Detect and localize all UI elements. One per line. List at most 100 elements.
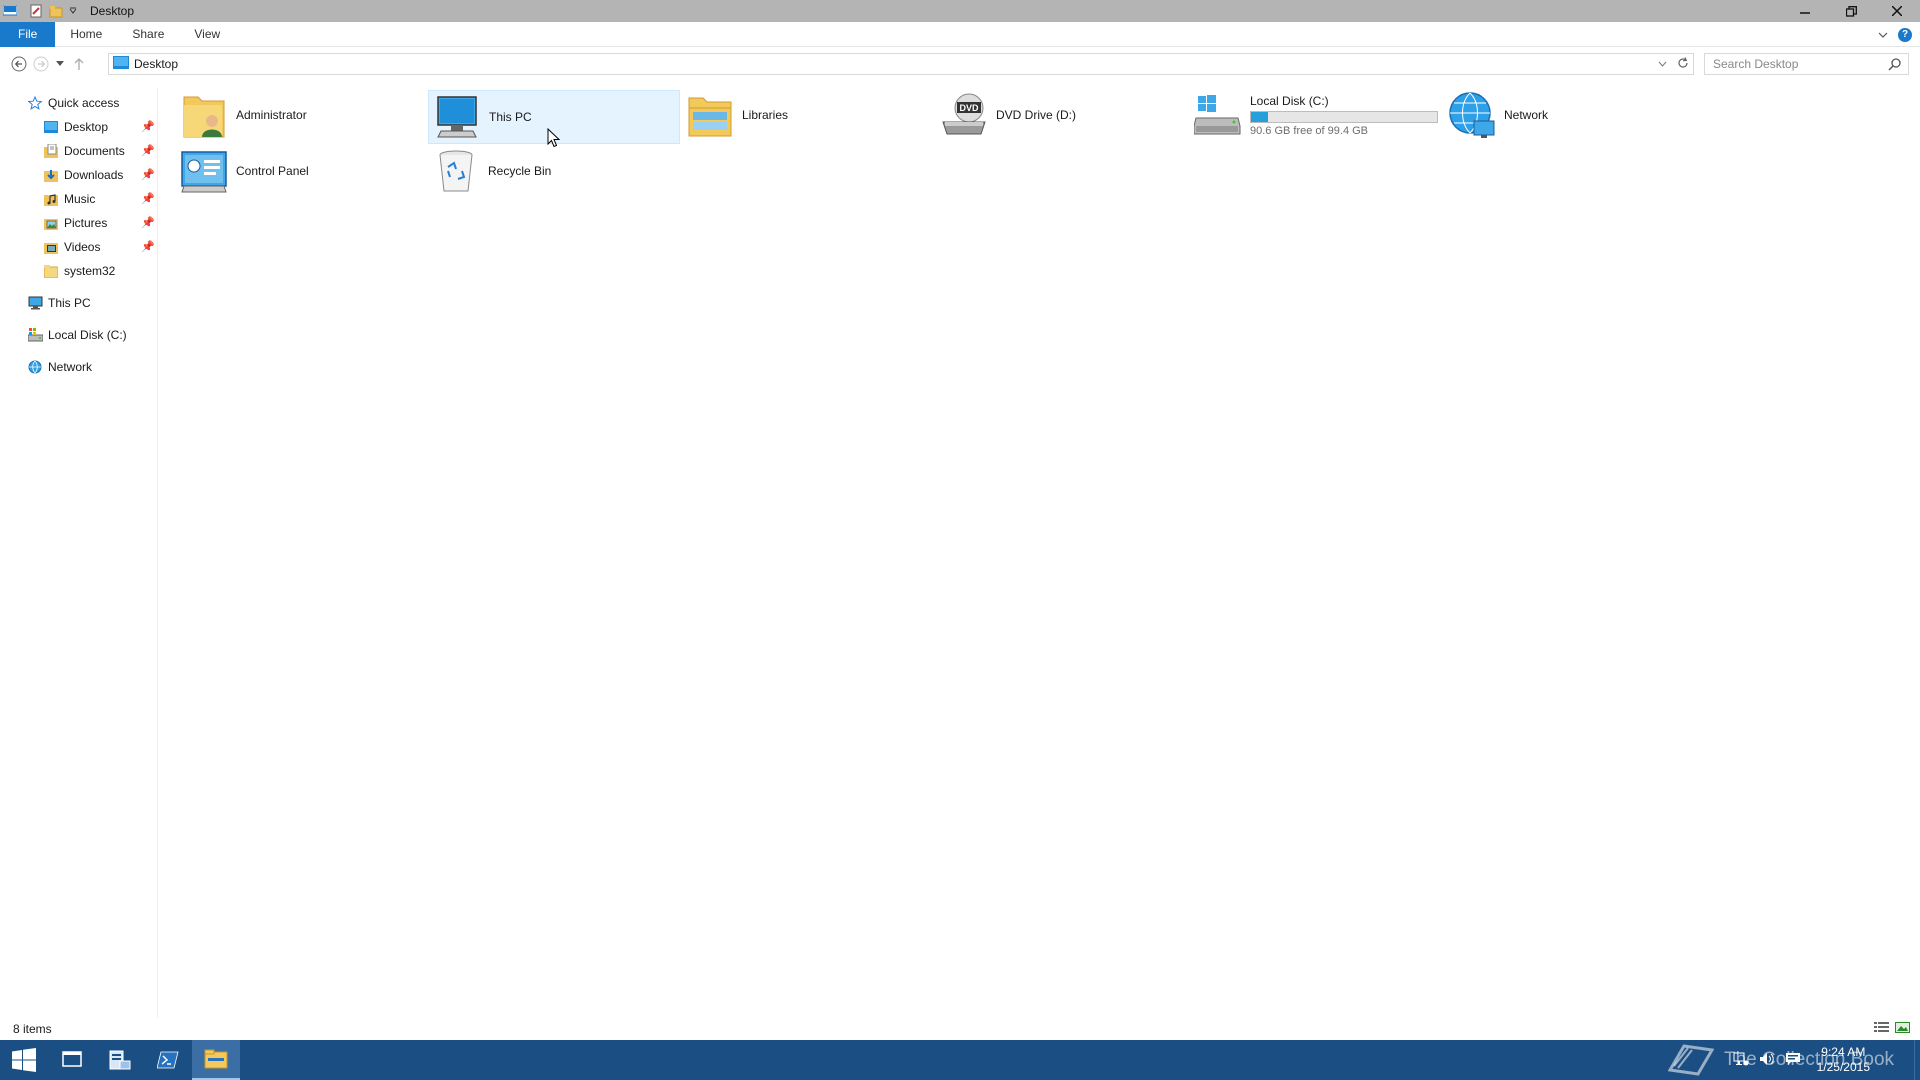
disk-usage-fill (1251, 111, 1268, 122)
downloads-folder-icon (43, 167, 59, 183)
tab-view[interactable]: View (179, 22, 235, 47)
control-panel-icon (180, 147, 228, 195)
clock[interactable]: 9:24 AM 1/25/2015 (1817, 1045, 1870, 1075)
back-button[interactable] (8, 53, 30, 75)
address-history-chevron-icon[interactable] (1658, 59, 1667, 70)
item-label: Libraries (742, 108, 789, 122)
sidebar-item-label: Quick access (48, 96, 120, 110)
recent-locations-chevron-icon[interactable] (52, 53, 68, 75)
navigation-bar: Desktop (0, 49, 1920, 79)
new-folder-icon[interactable] (46, 0, 66, 22)
item-label: Network (1504, 108, 1549, 122)
sidebar-item-label: Desktop (64, 120, 109, 134)
expand-ribbon-chevron-icon[interactable] (1878, 28, 1888, 42)
item-label: Recycle Bin (488, 164, 552, 178)
sidebar-item-this-pc[interactable]: This PC (27, 292, 91, 314)
pin-icon[interactable]: 📌 (141, 216, 155, 229)
pin-icon[interactable]: 📌 (141, 192, 155, 205)
file-list: Administrator This PC Libraries DVD DVD … (170, 88, 1910, 1008)
star-icon (27, 95, 43, 111)
item-label: DVD Drive (D:) (996, 108, 1076, 122)
tab-share[interactable]: Share (117, 22, 179, 47)
customize-qat-chevron-icon[interactable] (66, 0, 80, 22)
item-label: Administrator (236, 108, 307, 122)
properties-icon[interactable] (26, 0, 46, 22)
item-dvd-drive[interactable]: DVD DVD Drive (D:) (936, 88, 1188, 142)
item-count: 8 items (13, 1022, 52, 1036)
network-icon (27, 359, 43, 375)
pin-icon[interactable]: 📌 (141, 120, 155, 133)
search-icon[interactable] (1888, 57, 1902, 74)
sidebar-item-label: Network (48, 360, 93, 374)
item-label: Control Panel (236, 164, 309, 178)
sidebar-item-system32[interactable]: system32 (43, 260, 115, 282)
volume-icon[interactable] (1759, 1052, 1775, 1069)
search-input[interactable] (1713, 57, 1883, 71)
item-recycle-bin[interactable]: Recycle Bin (428, 144, 680, 198)
sidebar-item-music[interactable]: Music (43, 188, 95, 210)
sidebar-item-label: Pictures (64, 216, 108, 230)
sidebar-item-quick-access[interactable]: Quick access (27, 92, 119, 114)
pin-icon[interactable]: 📌 (141, 144, 155, 157)
pin-icon[interactable]: 📌 (141, 240, 155, 253)
item-label: This PC (489, 110, 532, 124)
computer-icon (433, 93, 481, 141)
forward-button[interactable] (30, 53, 52, 75)
hard-disk-icon (1194, 91, 1242, 139)
item-administrator[interactable]: Administrator (176, 88, 428, 142)
network-tray-icon[interactable] (1733, 1052, 1749, 1069)
mouse-cursor-icon (547, 127, 561, 151)
libraries-icon (686, 91, 734, 139)
sidebar-item-documents[interactable]: Documents (43, 140, 125, 162)
minimize-button[interactable] (1782, 0, 1828, 22)
refresh-icon[interactable] (1677, 56, 1689, 72)
item-libraries[interactable]: Libraries (682, 88, 934, 142)
navigation-pane: Quick access Desktop 📌 Documents 📌 Downl… (0, 88, 158, 1018)
item-local-disk[interactable]: Local Disk (C:) 90.6 GB free of 99.4 GB (1190, 88, 1442, 142)
action-center-icon[interactable] (1785, 1052, 1801, 1069)
desktop-location-icon (113, 56, 129, 72)
window-app-icon[interactable] (0, 0, 20, 22)
sidebar-item-label: Videos (64, 240, 101, 254)
pin-icon[interactable]: 📌 (141, 168, 155, 181)
tab-home[interactable]: Home (55, 22, 117, 47)
item-control-panel[interactable]: Control Panel (176, 144, 428, 198)
sidebar-item-pictures[interactable]: Pictures (43, 212, 107, 234)
search-box[interactable] (1704, 53, 1909, 75)
task-view-icon[interactable] (48, 1040, 96, 1080)
clock-time: 9:24 AM (1821, 1045, 1866, 1059)
powershell-icon[interactable] (144, 1040, 192, 1080)
tab-file[interactable]: File (0, 21, 56, 47)
sidebar-item-local-disk[interactable]: Local Disk (C:) (27, 324, 127, 346)
help-icon[interactable]: ? (1898, 27, 1912, 42)
sidebar-item-network[interactable]: Network (27, 356, 92, 378)
title-bar: Desktop (0, 0, 1920, 22)
sidebar-item-videos[interactable]: Videos (43, 236, 100, 258)
sidebar-item-label: system32 (64, 264, 116, 278)
documents-folder-icon (43, 143, 59, 159)
computer-icon (27, 295, 43, 311)
videos-folder-icon (43, 239, 59, 255)
music-folder-icon (43, 191, 59, 207)
system-tray: 9:24 AM 1/25/2015 (1733, 1040, 1870, 1080)
file-explorer-icon[interactable] (192, 1040, 240, 1080)
up-button[interactable] (68, 53, 90, 75)
sidebar-item-downloads[interactable]: Downloads (43, 164, 123, 186)
start-button[interactable] (0, 1040, 48, 1080)
address-bar[interactable]: Desktop (108, 53, 1694, 75)
item-network[interactable]: Network (1444, 88, 1696, 142)
server-manager-icon[interactable] (96, 1040, 144, 1080)
close-button[interactable] (1874, 0, 1920, 22)
book-logo-icon (1668, 1044, 1714, 1076)
network-icon (1448, 91, 1496, 139)
large-icons-view-icon[interactable] (1895, 1021, 1910, 1037)
recycle-bin-icon (432, 147, 480, 195)
item-label: Local Disk (C:) (1250, 93, 1329, 108)
dvd-drive-icon: DVD (940, 91, 988, 139)
show-desktop-button[interactable] (1914, 1040, 1920, 1080)
sidebar-item-label: Music (64, 192, 96, 206)
details-view-icon[interactable] (1874, 1021, 1889, 1037)
restore-button[interactable] (1828, 0, 1874, 22)
disk-usage-bar (1250, 110, 1438, 123)
sidebar-item-desktop[interactable]: Desktop (43, 116, 108, 138)
